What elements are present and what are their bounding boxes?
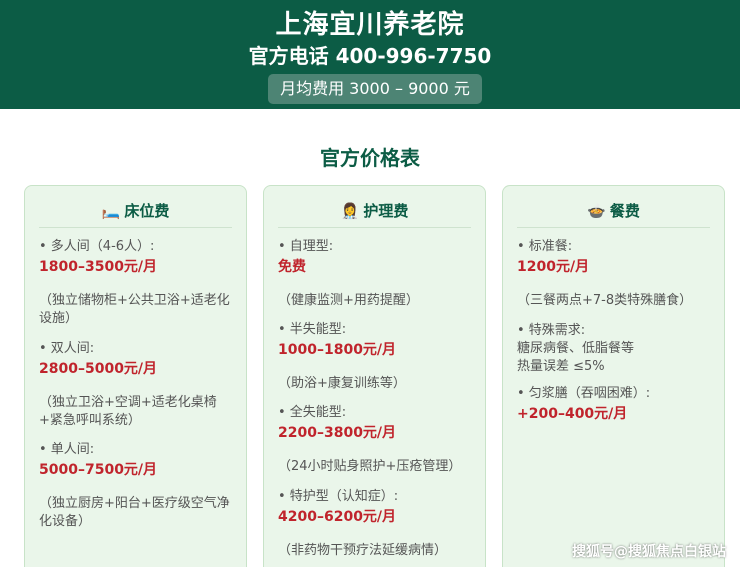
item-price: +200–400元/月 <box>517 406 628 422</box>
item-note: （非药物干预疗法延缓病情） <box>278 543 448 558</box>
item-label: • 多人间（4-6人）: <box>39 239 155 254</box>
card-header: 👩‍⚕️ 护理费 <box>278 200 471 228</box>
list-item: • 全失能型: 2200–3800元/月 （24小时贴身照护+压疮管理） <box>278 404 475 476</box>
item-price: 1200元/月 <box>517 259 590 275</box>
list-item: • 多人间（4-6人）: 1800–3500元/月 （独立储物柜+公共卫浴+适老… <box>39 238 236 328</box>
card-title: 护理费 <box>363 202 409 220</box>
page-title: 上海宜川养老院 <box>275 10 465 40</box>
list-item: • 特殊需求: 糖尿病餐、低脂餐等 热量误差 ≤5% <box>517 322 714 376</box>
list-item: • 自理型: 免费 （健康监测+用药提醒） <box>278 238 475 310</box>
item-note: （助浴+康复训练等） <box>278 376 406 391</box>
bed-fee-card: 🛏️ 床位费 • 多人间（4-6人）: 1800–3500元/月 （独立储物柜+公… <box>24 185 247 567</box>
item-price: 2800–5000元/月 <box>39 361 158 377</box>
item-note: （24小时贴身照护+压疮管理） <box>278 459 462 474</box>
item-detail: 糖尿病餐、低脂餐等 <box>517 341 635 356</box>
item-price: 4200–6200元/月 <box>278 509 397 525</box>
item-note: （三餐两点+7-8类特殊膳食） <box>517 293 693 308</box>
price-table-title: 官方价格表 <box>320 146 420 170</box>
card-header: 🛏️ 床位费 <box>39 200 232 228</box>
item-price: 1000–1800元/月 <box>278 342 397 358</box>
bed-icon: 🛏️ <box>101 202 121 220</box>
list-item: • 半失能型: 1000–1800元/月 （助浴+康复训练等） <box>278 321 475 393</box>
card-title: 床位费 <box>124 202 170 220</box>
watermark: 搜狐号@搜狐焦点白银站 <box>572 544 726 560</box>
list-item: • 特护型（认知症）: 4200–6200元/月 （非药物干预疗法延缓病情） <box>278 488 475 560</box>
item-note: （独立厨房+阳台+医疗级空气净化设备） <box>39 496 230 529</box>
item-label: • 单人间: <box>39 442 95 457</box>
item-label: • 自理型: <box>278 239 334 254</box>
nurse-icon: 👩‍⚕️ <box>340 202 360 220</box>
item-note: （健康监测+用药提醒） <box>278 293 419 308</box>
meal-fee-card: 🍲 餐费 • 标准餐: 1200元/月 （三餐两点+7-8类特殊膳食） • 特殊需… <box>502 185 725 567</box>
header-banner: 上海宜川养老院 官方电话 400-996-7750 月均费用 3000 – 90… <box>0 0 740 109</box>
item-note: （独立卫浴+空调+适老化桌椅+紧急呼叫系统） <box>39 395 217 428</box>
monthly-fee-badge: 月均费用 3000 – 9000 元 <box>268 74 482 104</box>
list-item: • 单人间: 5000–7500元/月 （独立厨房+阳台+医疗级空气净化设备） <box>39 441 236 531</box>
official-phone[interactable]: 官方电话 400-996-7750 <box>0 40 740 69</box>
item-label: • 匀浆膳（吞咽困难）: <box>517 386 651 401</box>
list-item: • 双人间: 2800–5000元/月 （独立卫浴+空调+适老化桌椅+紧急呼叫系… <box>39 340 236 430</box>
item-price: 5000–7500元/月 <box>39 462 158 478</box>
card-title: 餐费 <box>609 202 640 220</box>
item-label: • 半失能型: <box>278 322 347 337</box>
item-price: 2200–3800元/月 <box>278 425 397 441</box>
item-price: 免费 <box>278 259 306 275</box>
item-label: • 特殊需求: <box>517 323 586 338</box>
card-header: 🍲 餐费 <box>517 200 710 228</box>
food-bowl-icon: 🍲 <box>587 202 606 220</box>
item-label: • 全失能型: <box>278 405 347 420</box>
item-label: • 特护型（认知症）: <box>278 489 399 504</box>
nursing-fee-card: 👩‍⚕️ 护理费 • 自理型: 免费 （健康监测+用药提醒） • 半失能型: 10… <box>263 185 486 567</box>
item-label: • 标准餐: <box>517 239 573 254</box>
item-detail: 热量误差 ≤5% <box>517 359 605 374</box>
list-item: • 标准餐: 1200元/月 （三餐两点+7-8类特殊膳食） <box>517 238 714 310</box>
list-item: • 匀浆膳（吞咽困难）: +200–400元/月 <box>517 385 714 423</box>
item-note: （独立储物柜+公共卫浴+适老化设施） <box>39 293 230 326</box>
item-price: 1800–3500元/月 <box>39 259 158 275</box>
item-label: • 双人间: <box>39 341 95 356</box>
